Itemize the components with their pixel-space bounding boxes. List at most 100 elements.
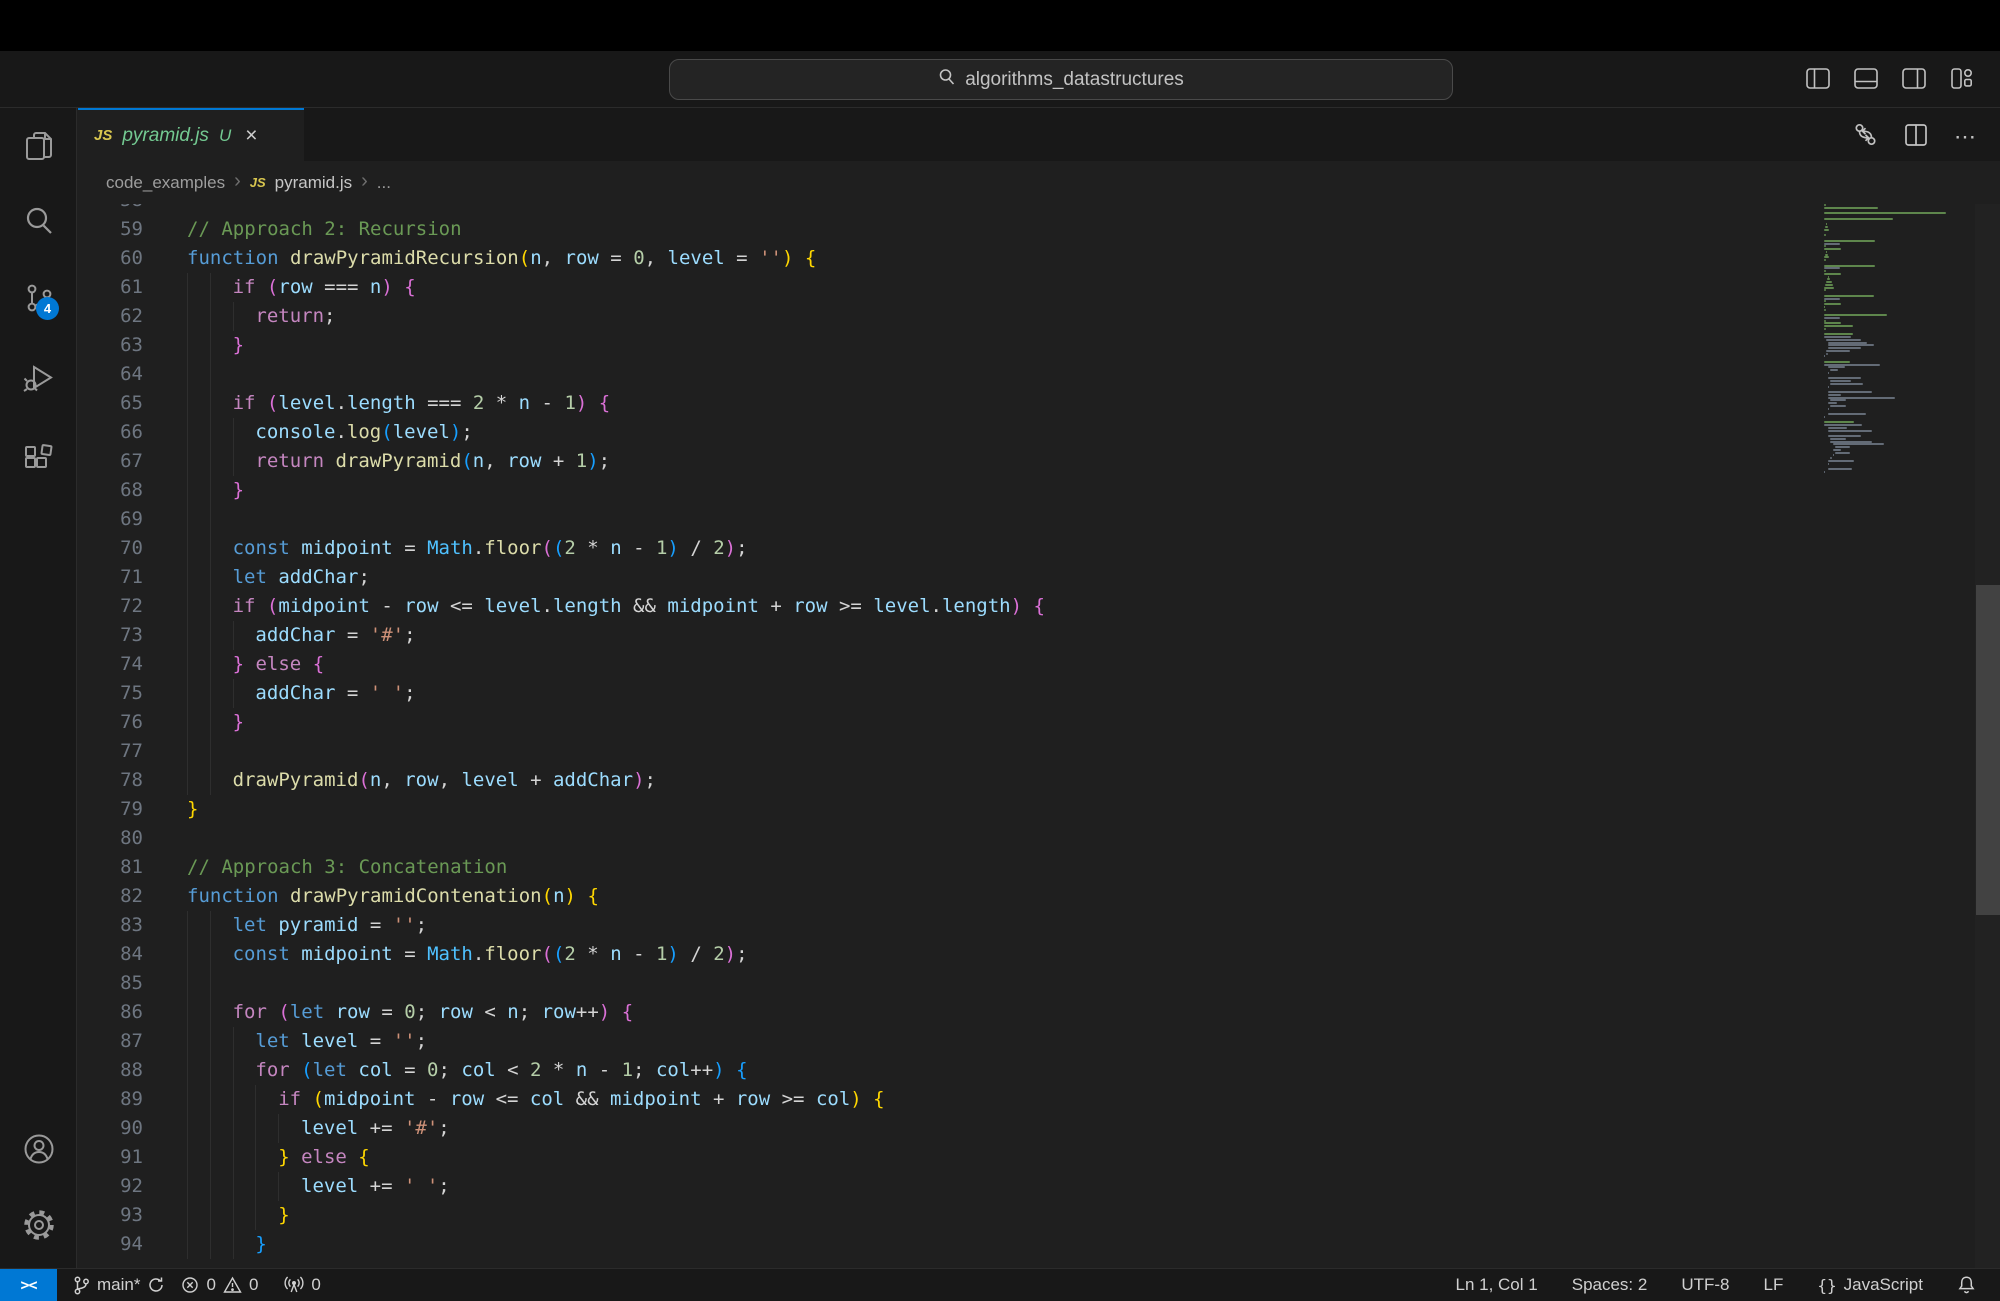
code-line[interactable]: 63} [77,331,1818,360]
line-number[interactable]: 66 [77,418,143,447]
git-branch-status[interactable]: main* [73,1275,165,1295]
line-number[interactable]: 89 [77,1085,143,1114]
remote-indicator[interactable]: >< [0,1269,57,1301]
line-number[interactable]: 86 [77,998,143,1027]
code-line[interactable]: 75addChar = ' '; [77,679,1818,708]
code-line[interactable]: 82function drawPyramidContenation(n) { [77,882,1818,911]
code-line[interactable]: 83let pyramid = ''; [77,911,1818,940]
line-number[interactable]: 69 [77,505,143,534]
split-editor-icon[interactable] [1904,123,1928,152]
line-number[interactable]: 60 [77,244,143,273]
breadcrumb-symbol[interactable]: ... [377,173,391,193]
code-line[interactable]: 90level += '#'; [77,1114,1818,1143]
code-line[interactable]: 72if (midpoint - row <= level.length && … [77,592,1818,621]
toggle-secondary-sidebar-icon[interactable] [1902,68,1926,89]
line-number[interactable]: 63 [77,331,143,360]
indentation-status[interactable]: Spaces: 2 [1572,1275,1648,1295]
toggle-primary-sidebar-icon[interactable] [1806,68,1830,89]
code-line[interactable]: 89if (midpoint - row <= col && midpoint … [77,1085,1818,1114]
line-number[interactable]: 80 [77,824,143,853]
code-line[interactable]: 69 [77,505,1818,534]
line-number[interactable]: 59 [77,215,143,244]
toggle-panel-icon[interactable] [1854,68,1878,89]
code-line[interactable]: 65if (level.length === 2 * n - 1) { [77,389,1818,418]
code-line[interactable]: 67return drawPyramid(n, row + 1); [77,447,1818,476]
line-number[interactable]: 85 [77,969,143,998]
encoding-status[interactable]: UTF-8 [1681,1275,1729,1295]
line-number[interactable]: 82 [77,882,143,911]
line-number[interactable]: 64 [77,360,143,389]
code-line[interactable]: 76} [77,708,1818,737]
accounts-icon[interactable] [22,1132,56,1166]
line-number[interactable]: 77 [77,737,143,766]
line-number[interactable]: 92 [77,1172,143,1201]
code-line[interactable]: 66console.log(level); [77,418,1818,447]
code-line[interactable]: 81// Approach 3: Concatenation [77,853,1818,882]
code-line[interactable]: 71let addChar; [77,563,1818,592]
line-number[interactable]: 93 [77,1201,143,1230]
eol-status[interactable]: LF [1764,1275,1784,1295]
settings-gear-icon[interactable] [22,1208,56,1242]
notifications-bell[interactable] [1957,1275,1976,1295]
code-line[interactable]: 86for (let row = 0; row < n; row++) { [77,998,1818,1027]
tab-close-icon[interactable]: × [245,125,257,146]
line-number[interactable]: 94 [77,1230,143,1259]
line-number[interactable]: 65 [77,389,143,418]
problems-status[interactable]: 0 0 [181,1275,258,1295]
code-line[interactable]: 61if (row === n) { [77,273,1818,302]
line-number[interactable]: 79 [77,795,143,824]
code-line[interactable]: 59// Approach 2: Recursion [77,215,1818,244]
code-line[interactable]: 74} else { [77,650,1818,679]
tab-pyramid-js[interactable]: JS pyramid.js U × [78,108,304,161]
line-number[interactable]: 71 [77,563,143,592]
line-number[interactable]: 76 [77,708,143,737]
line-number[interactable]: 68 [77,476,143,505]
code-line[interactable]: 87let level = ''; [77,1027,1818,1056]
line-number[interactable]: 67 [77,447,143,476]
line-number[interactable]: 62 [77,302,143,331]
line-number[interactable]: 74 [77,650,143,679]
code-line[interactable]: 58 [77,204,1818,215]
language-status[interactable]: {} JavaScript [1817,1275,1923,1295]
code-line[interactable]: 85 [77,969,1818,998]
line-number[interactable]: 78 [77,766,143,795]
code-line[interactable]: 91} else { [77,1143,1818,1172]
customize-layout-icon[interactable] [1950,68,1974,89]
code-line[interactable]: 64 [77,360,1818,389]
explorer-icon[interactable] [22,129,56,163]
code-line[interactable]: 78drawPyramid(n, row, level + addChar); [77,766,1818,795]
ports-status[interactable]: 0 [284,1275,320,1295]
line-number[interactable]: 87 [77,1027,143,1056]
code-line[interactable]: 84const midpoint = Math.floor((2 * n - 1… [77,940,1818,969]
editor-more-actions-icon[interactable]: ⋯ [1954,124,1978,150]
line-number[interactable]: 58 [77,204,143,215]
line-number[interactable]: 91 [77,1143,143,1172]
code-line[interactable]: 62return; [77,302,1818,331]
command-center-search[interactable]: algorithms_datastructures [669,59,1453,100]
code-line[interactable]: 70const midpoint = Math.floor((2 * n - 1… [77,534,1818,563]
run-debug-icon[interactable] [22,361,56,395]
code-line[interactable]: 68} [77,476,1818,505]
open-changes-icon[interactable] [1853,122,1878,152]
breadcrumb-folder[interactable]: code_examples [106,173,225,193]
line-number[interactable]: 83 [77,911,143,940]
minimap[interactable] [1818,204,1975,1268]
code-line[interactable]: 94} [77,1230,1818,1259]
code-line[interactable]: 93} [77,1201,1818,1230]
search-view-icon[interactable] [22,204,56,238]
line-number[interactable]: 61 [77,273,143,302]
code-line[interactable]: 73addChar = '#'; [77,621,1818,650]
line-number[interactable]: 72 [77,592,143,621]
line-number[interactable]: 88 [77,1056,143,1085]
line-number[interactable]: 75 [77,679,143,708]
line-number[interactable]: 90 [77,1114,143,1143]
code-line[interactable]: 92level += ' '; [77,1172,1818,1201]
cursor-position[interactable]: Ln 1, Col 1 [1456,1275,1538,1295]
code-line[interactable]: 80 [77,824,1818,853]
line-number[interactable]: 81 [77,853,143,882]
line-number[interactable]: 70 [77,534,143,563]
breadcrumb-file[interactable]: pyramid.js [275,173,352,193]
code-line[interactable]: 88for (let col = 0; col < 2 * n - 1; col… [77,1056,1818,1085]
code-line[interactable]: 77 [77,737,1818,766]
extensions-icon[interactable] [22,443,56,477]
